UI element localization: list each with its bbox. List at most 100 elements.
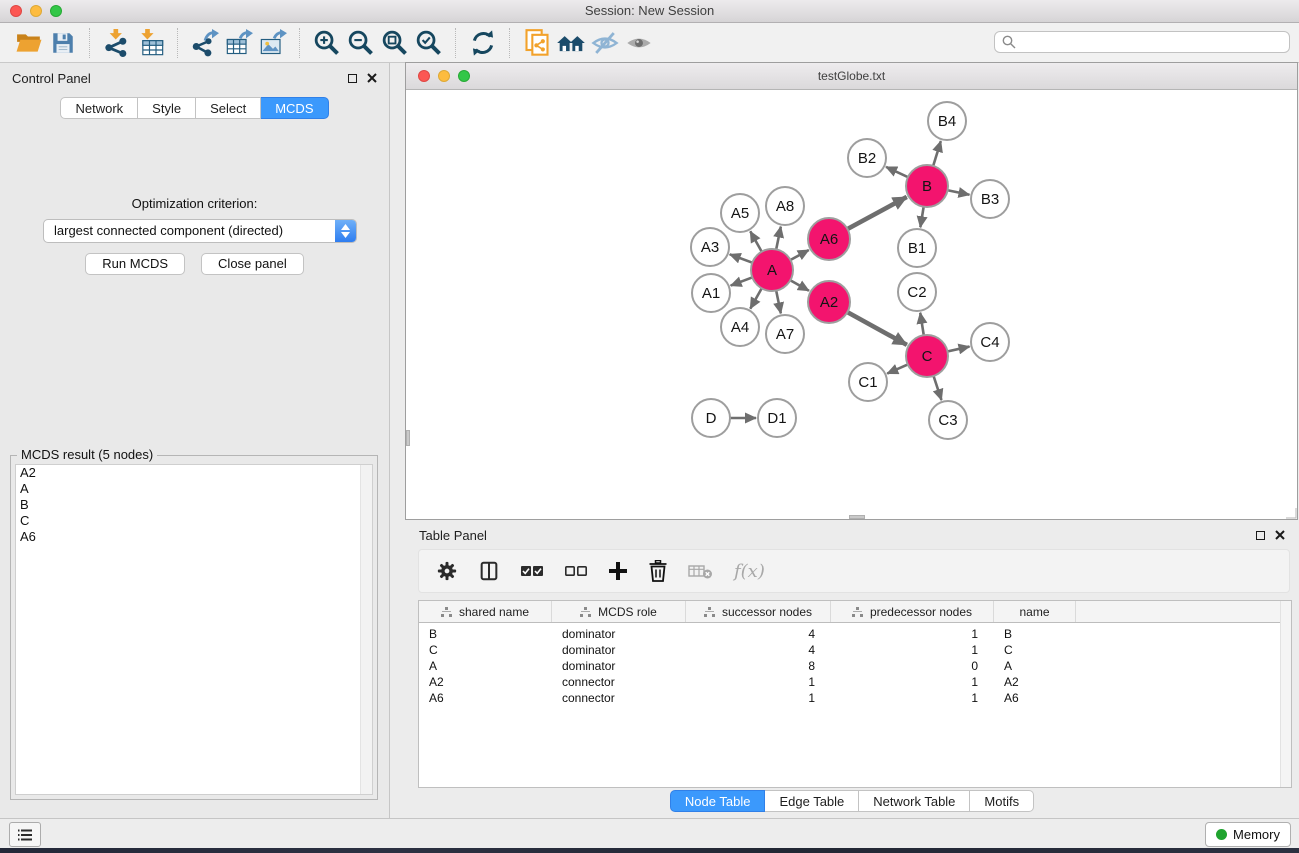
graph-node-A2[interactable]: A2 — [808, 281, 850, 323]
criterion-dropdown-value: largest connected component (directed) — [54, 223, 283, 238]
table-tabs: Node TableEdge TableNetwork TableMotifs — [405, 790, 1299, 812]
run-mcds-button[interactable]: Run MCDS — [85, 253, 185, 275]
columns-icon[interactable] — [478, 560, 500, 582]
export-table-icon[interactable] — [222, 27, 256, 59]
export-image-icon[interactable] — [256, 27, 290, 59]
node-table[interactable]: shared nameMCDS rolesuccessor nodesprede… — [418, 600, 1292, 788]
graph-node-A1[interactable]: A1 — [692, 274, 730, 312]
maximize-window-button[interactable] — [50, 5, 62, 17]
tab-mcds[interactable]: MCDS — [261, 97, 328, 119]
delete-table-icon[interactable] — [688, 563, 714, 579]
table-row[interactable]: A2connector11A2 — [419, 674, 1291, 690]
settings-icon[interactable] — [436, 560, 458, 582]
column-header-predecessor-nodes[interactable]: predecessor nodes — [831, 601, 994, 622]
minimize-window-button[interactable] — [30, 5, 42, 17]
mcds-result-list[interactable]: A2ABCA6 — [15, 464, 373, 795]
svg-text:A5: A5 — [731, 205, 749, 222]
add-row-icon[interactable] — [608, 561, 628, 581]
network-canvas[interactable]: B4 B2 B B3 A8 A5 A6 A3 B1 A C2 A1 A2 A4A7 C4 C C1 D D1 C3 — [406, 90, 1297, 519]
network-minimize-button[interactable] — [438, 70, 450, 82]
mcds-result-item[interactable]: A2 — [16, 465, 372, 481]
graph-node-C3[interactable]: C3 — [929, 401, 967, 439]
close-panel-button[interactable]: Close panel — [201, 253, 304, 275]
graph-node-B4[interactable]: B4 — [928, 102, 966, 140]
graph-node-D1[interactable]: D1 — [758, 399, 796, 437]
graph-node-A5[interactable]: A5 — [721, 194, 759, 232]
search-input[interactable] — [1021, 34, 1289, 51]
column-header-name[interactable]: name — [994, 601, 1076, 622]
task-history-button[interactable] — [9, 822, 41, 847]
open-session-icon[interactable] — [12, 27, 46, 59]
tab-network[interactable]: Network — [60, 97, 138, 119]
graph-node-A[interactable]: A — [751, 249, 793, 291]
mcds-result-item[interactable]: B — [16, 497, 372, 513]
refresh-view-icon[interactable] — [466, 27, 500, 59]
zoom-fit-icon[interactable] — [378, 27, 412, 59]
criterion-dropdown[interactable]: largest connected component (directed) — [43, 219, 357, 243]
graph-node-C2[interactable]: C2 — [898, 273, 936, 311]
column-header-successor-nodes[interactable]: successor nodes — [686, 601, 831, 622]
graph-node-C[interactable]: C — [906, 335, 948, 377]
zoom-out-icon[interactable] — [344, 27, 378, 59]
graph-node-B3[interactable]: B3 — [971, 180, 1009, 218]
import-table-icon[interactable] — [134, 27, 168, 59]
mcds-result-item[interactable]: A — [16, 481, 372, 497]
graph-node-A4[interactable]: A4 — [721, 308, 759, 346]
delete-row-icon[interactable] — [648, 560, 668, 582]
table-tab-edge-table[interactable]: Edge Table — [765, 790, 859, 812]
float-table-panel-icon[interactable] — [1256, 531, 1265, 540]
canvas-vertical-scrollbar[interactable] — [406, 430, 410, 446]
graph-node-B1[interactable]: B1 — [898, 229, 936, 267]
graph-node-C1[interactable]: C1 — [849, 363, 887, 401]
graph-node-A8[interactable]: A8 — [766, 187, 804, 225]
import-network-icon[interactable] — [100, 27, 134, 59]
close-panel-icon[interactable] — [367, 73, 377, 83]
tab-select[interactable]: Select — [196, 97, 261, 119]
search-box[interactable] — [994, 31, 1290, 53]
network-window-titlebar[interactable]: testGlobe.txt — [406, 63, 1297, 90]
table-row[interactable]: Cdominator41C — [419, 642, 1291, 658]
table-row[interactable]: Bdominator41B — [419, 626, 1291, 642]
column-header-shared-name[interactable]: shared name — [419, 601, 552, 622]
dropdown-stepper-icon — [335, 220, 356, 242]
graph-node-B[interactable]: B — [906, 165, 948, 207]
save-session-icon[interactable] — [46, 27, 80, 59]
show-eye-icon[interactable] — [622, 27, 656, 59]
resize-grip-icon[interactable] — [1285, 507, 1297, 519]
hide-eye-icon[interactable] — [588, 27, 622, 59]
export-network-icon[interactable] — [188, 27, 222, 59]
table-row[interactable]: Adominator80A — [419, 658, 1291, 674]
home-icon[interactable] — [554, 27, 588, 59]
zoom-in-icon[interactable] — [310, 27, 344, 59]
network-maximize-button[interactable] — [458, 70, 470, 82]
function-builder-icon[interactable]: f(x) — [734, 561, 765, 582]
graph-node-D[interactable]: D — [692, 399, 730, 437]
graph-node-A7[interactable]: A7 — [766, 315, 804, 353]
zoom-selected-icon[interactable] — [412, 27, 446, 59]
table-tab-motifs[interactable]: Motifs — [970, 790, 1034, 812]
graph-node-A6[interactable]: A6 — [808, 218, 850, 260]
mcds-result-item[interactable]: C — [16, 513, 372, 529]
clear-selection-icon[interactable] — [564, 564, 588, 578]
close-table-panel-icon[interactable] — [1275, 530, 1285, 540]
graph-node-B2[interactable]: B2 — [848, 139, 886, 177]
float-panel-icon[interactable] — [348, 74, 357, 83]
close-window-button[interactable] — [10, 5, 22, 17]
graph-node-C4[interactable]: C4 — [971, 323, 1009, 361]
column-header-MCDS-role[interactable]: MCDS role — [552, 601, 686, 622]
cell-predecessor-nodes: 1 — [831, 627, 994, 641]
table-tab-node-table[interactable]: Node Table — [670, 790, 766, 812]
mcds-result-item[interactable]: A6 — [16, 529, 372, 545]
network-close-button[interactable] — [418, 70, 430, 82]
canvas-horizontal-scrollbar[interactable] — [849, 515, 865, 519]
list-scrollbar[interactable] — [360, 465, 372, 794]
table-row[interactable]: A6connector11A6 — [419, 690, 1291, 706]
network-file-icon[interactable] — [520, 27, 554, 59]
graph-node-A3[interactable]: A3 — [691, 228, 729, 266]
select-all-icon[interactable] — [520, 564, 544, 578]
table-tab-network-table[interactable]: Network Table — [859, 790, 970, 812]
table-scrollbar[interactable] — [1280, 601, 1291, 787]
tab-style[interactable]: Style — [138, 97, 196, 119]
memory-button[interactable]: Memory — [1205, 822, 1291, 847]
table-panel-title: Table Panel — [419, 528, 487, 543]
